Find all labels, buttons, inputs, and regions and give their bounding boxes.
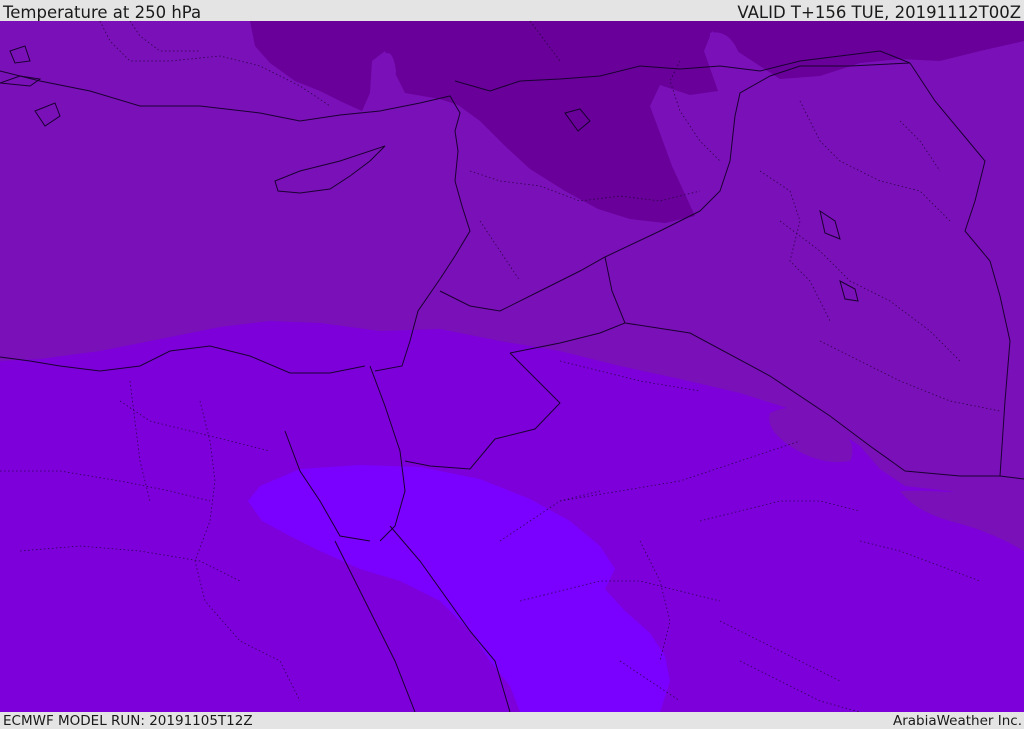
map-header: Temperature at 250 hPa VALID T+156 TUE, … [0,0,1024,22]
model-run-label: ECMWF MODEL RUN: 20191105T12Z [3,712,253,729]
credit-label: ArabiaWeather Inc. [892,712,1022,729]
map-title: Temperature at 250 hPa [3,3,202,22]
temperature-map[interactable] [0,21,1024,712]
map-footer: ECMWF MODEL RUN: 20191105T12Z ArabiaWeat… [0,712,1024,729]
valid-time-label: VALID T+156 TUE, 20191112T00Z [737,3,1021,22]
